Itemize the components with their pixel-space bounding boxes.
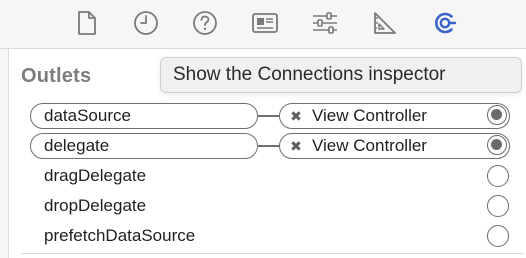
outlet-label: dataSource [44, 106, 131, 125]
remove-connection-icon[interactable]: ✖ [289, 139, 303, 153]
outlet-row-dropdelegate: dropDelegate [9, 191, 526, 221]
outlet-datasource[interactable]: dataSource [30, 103, 258, 129]
section-divider [21, 253, 524, 254]
outlet-label: dragDelegate [44, 166, 147, 185]
target-label: View Controller [312, 136, 427, 155]
connection-well-filled-icon[interactable] [487, 105, 507, 125]
outlet-row-prefetchdatasource: prefetchDataSource [9, 221, 526, 251]
connections-inspector-icon[interactable] [430, 8, 460, 38]
identity-inspector-icon[interactable] [250, 8, 280, 38]
connections-panel: Outlets Show the Connections inspector d… [9, 49, 526, 258]
target-label: View Controller [312, 106, 427, 125]
connection-target-datasource[interactable]: ✖ View Controller [279, 103, 510, 129]
outlet-label: prefetchDataSource [44, 226, 196, 245]
connection-line [258, 145, 280, 147]
connection-well-empty-icon[interactable] [487, 225, 509, 247]
connection-well-filled-icon[interactable] [487, 135, 507, 155]
outlets-section-title: Outlets [21, 65, 92, 87]
connection-well-empty-icon[interactable] [487, 165, 509, 187]
outlet-label: dropDelegate [44, 196, 147, 215]
tooltip: Show the Connections inspector [160, 57, 522, 93]
outlet-row-dragdelegate: dragDelegate [9, 161, 526, 191]
remove-connection-icon[interactable]: ✖ [289, 109, 303, 123]
connection-target-delegate[interactable]: ✖ View Controller [279, 133, 510, 159]
inspector-toolbar [0, 0, 526, 49]
outlet-delegate[interactable]: delegate [30, 133, 258, 159]
outlet-label: delegate [44, 136, 110, 155]
size-inspector-icon[interactable] [370, 8, 400, 38]
quick-help-icon[interactable] [190, 8, 220, 38]
tooltip-text: Show the Connections inspector [173, 64, 446, 85]
outlet-row-delegate: delegate ✖ View Controller [9, 131, 526, 161]
attributes-inspector-icon[interactable] [310, 8, 340, 38]
history-inspector-icon[interactable] [131, 8, 161, 38]
connection-well-empty-icon[interactable] [487, 195, 509, 217]
connection-line [258, 115, 280, 117]
outlet-row-datasource: dataSource ✖ View Controller [9, 101, 526, 131]
file-inspector-icon[interactable] [72, 8, 102, 38]
